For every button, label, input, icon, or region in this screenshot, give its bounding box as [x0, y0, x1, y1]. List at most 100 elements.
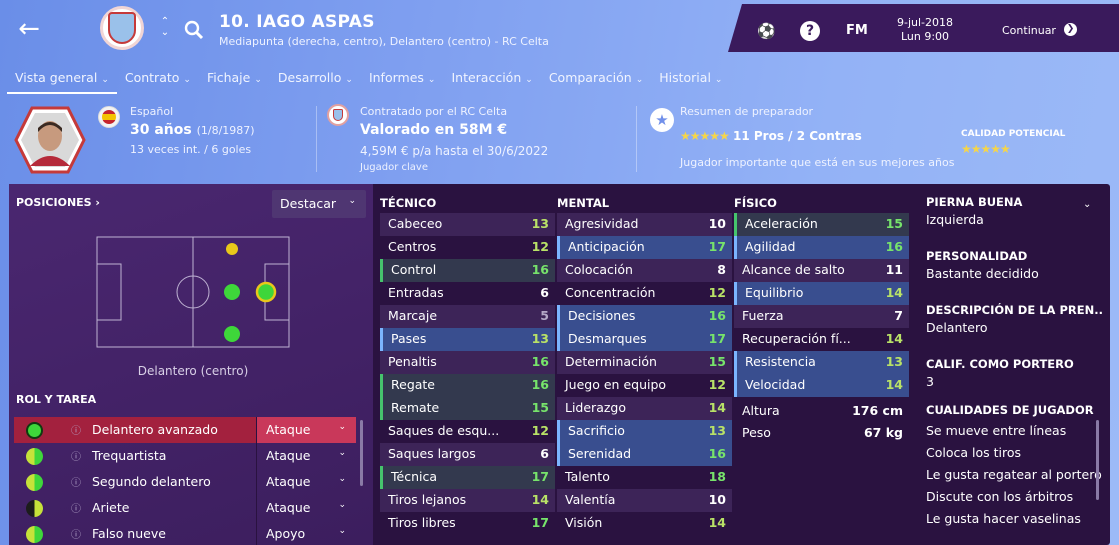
chevron-up-icon[interactable]: ⌃ — [158, 16, 172, 27]
attribute-row[interactable]: Penaltis 16 — [380, 351, 555, 374]
preferred-foot: Izquierda — [926, 212, 984, 227]
attribute-row[interactable]: Pases 13 — [380, 328, 555, 351]
football-icon[interactable]: ⚽ — [757, 22, 776, 40]
positions-pitch — [96, 236, 290, 348]
attribute-row[interactable]: Juego en equipo 12 — [557, 374, 732, 397]
attribute-row[interactable]: Marcaje 5 — [380, 305, 555, 328]
tab-label: Informes — [368, 70, 424, 85]
tab-label: Historial — [659, 70, 711, 85]
attribute-value: 18 — [708, 469, 726, 484]
duty-label: Apoyo — [266, 526, 306, 541]
positions-heading[interactable]: POSICIONES › — [16, 196, 100, 209]
trait-item: Coloca los tiros — [926, 445, 1022, 460]
contract-title: Contratado por el RC Celta — [360, 105, 508, 118]
attribute-row[interactable]: Visión 14 — [557, 512, 732, 535]
chevron-down-icon[interactable]: ⌄ — [1083, 199, 1091, 210]
weight-value: 67 kg — [863, 425, 903, 440]
attribute-row[interactable]: Equilibrio 14 — [734, 282, 909, 305]
role-row[interactable]: ⓘ Ariete Ataque ⌄ — [14, 495, 356, 521]
role-row[interactable]: ⓘ Falso nueve Apoyo ⌄ — [14, 521, 356, 545]
age: 30 años (1/8/1987) — [130, 122, 255, 138]
duty-dropdown[interactable]: Ataque ⌄ — [256, 495, 356, 521]
role-row[interactable]: ⓘ Delantero avanzado Ataque ⌄ — [14, 417, 356, 443]
back-arrow-icon[interactable]: ← — [14, 14, 44, 44]
player-wage: 4,59M € p/a hasta el 30/6/2022 — [360, 144, 549, 158]
attribute-row[interactable]: Desmarques 17 — [557, 328, 732, 351]
attribute-row[interactable]: Entradas 6 — [380, 282, 555, 305]
attribute-row[interactable]: Colocación 8 — [557, 259, 732, 282]
attribute-row[interactable]: Valentía 10 — [557, 489, 732, 512]
duty-dropdown[interactable]: Apoyo ⌄ — [256, 521, 356, 545]
attribute-row[interactable]: Serenidad 16 — [557, 443, 732, 466]
attribute-row[interactable]: Saques largos 6 — [380, 443, 555, 466]
tab-label: Vista general — [15, 70, 98, 85]
attribute-row[interactable]: Alcance de salto 11 — [734, 259, 909, 282]
tab-4[interactable]: Informes ⌄ — [361, 66, 444, 94]
attribute-row[interactable]: Velocidad 14 — [734, 374, 909, 397]
player-navigate-arrows[interactable]: ⌃ ⌄ — [158, 16, 172, 38]
traits-label: CUALIDADES DE JUGADOR — [926, 403, 1094, 417]
attribute-row[interactable]: Tiros lejanos 14 — [380, 489, 555, 512]
club-crest[interactable] — [100, 6, 144, 50]
duty-dropdown[interactable]: Ataque ⌄ — [256, 469, 356, 495]
tab-7[interactable]: Historial ⌄ — [651, 66, 730, 94]
attribute-row[interactable]: Agresividad 10 — [557, 213, 732, 236]
help-icon[interactable]: ? — [800, 21, 820, 41]
chevron-right-icon[interactable]: ❯ — [1064, 23, 1077, 36]
attribute-row[interactable]: Decisiones 16 — [557, 305, 732, 328]
attribute-name: Desmarques — [568, 331, 647, 346]
roles-heading: ROL Y TAREA — [16, 393, 97, 406]
attribute-row[interactable]: Regate 16 — [380, 374, 555, 397]
roles-scrollbar[interactable] — [360, 420, 363, 486]
continue-button[interactable]: Continuar — [1002, 24, 1056, 37]
height-value: 176 cm — [852, 403, 903, 418]
tab-2[interactable]: Fichaje ⌄ — [199, 66, 270, 94]
weight-row: Peso 67 kg — [734, 425, 909, 440]
search-icon[interactable] — [183, 19, 205, 41]
attribute-row[interactable]: Sacrificio 13 — [557, 420, 732, 443]
attribute-name: Recuperación fí... — [742, 331, 851, 346]
attribute-row[interactable]: Liderazgo 14 — [557, 397, 732, 420]
fm-menu-button[interactable]: FM — [846, 23, 868, 38]
attribute-row[interactable]: Aceleración 15 — [734, 213, 909, 236]
attribute-row[interactable]: Agilidad 16 — [734, 236, 909, 259]
attribute-row[interactable]: Remate 15 — [380, 397, 555, 420]
coach-summary[interactable]: ★★★★★ 11 Pros / 2 Contras — [680, 129, 862, 143]
info-icon[interactable]: ⓘ — [71, 422, 81, 437]
tab-1[interactable]: Contrato ⌄ — [117, 66, 199, 94]
attribute-row[interactable]: Concentración 12 — [557, 282, 732, 305]
duty-dropdown[interactable]: Ataque ⌄ — [256, 443, 356, 469]
tab-6[interactable]: Comparación ⌄ — [541, 66, 651, 94]
role-row[interactable]: ⓘ Segundo delantero Ataque ⌄ — [14, 469, 356, 495]
attribute-row[interactable]: Cabeceo 13 — [380, 213, 555, 236]
attribute-row[interactable]: Fuerza 7 — [734, 305, 909, 328]
attribute-row[interactable]: Tiros libres 17 — [380, 512, 555, 535]
attribute-row[interactable]: Anticipación 17 — [557, 236, 732, 259]
attribute-name: Determinación — [565, 354, 657, 369]
attribute-row[interactable]: Resistencia 13 — [734, 351, 909, 374]
info-icon[interactable]: ⓘ — [71, 448, 81, 463]
attribute-row[interactable]: Determinación 15 — [557, 351, 732, 374]
attribute-row[interactable]: Talento 18 — [557, 466, 732, 489]
attribute-row[interactable]: Saques de esqu... 12 — [380, 420, 555, 443]
attribute-row[interactable]: Recuperación fí... 14 — [734, 328, 909, 351]
chevron-down-icon[interactable]: ⌄ — [158, 27, 172, 38]
attribute-row[interactable]: Control 16 — [380, 259, 555, 282]
media-description: Delantero — [926, 320, 988, 335]
traits-scrollbar[interactable] — [1096, 420, 1099, 500]
attribute-name: Anticipación — [568, 239, 645, 254]
attribute-value: 10 — [708, 216, 726, 231]
tab-0[interactable]: Vista general ⌄ — [7, 66, 117, 94]
club-crest-small[interactable] — [327, 104, 349, 126]
info-icon[interactable]: ⓘ — [71, 500, 81, 515]
attribute-value: 17 — [708, 239, 726, 254]
info-icon[interactable]: ⓘ — [71, 526, 81, 541]
attribute-row[interactable]: Técnica 17 — [380, 466, 555, 489]
info-icon[interactable]: ⓘ — [71, 474, 81, 489]
attribute-row[interactable]: Centros 12 — [380, 236, 555, 259]
role-row[interactable]: ⓘ Trequartista Ataque ⌄ — [14, 443, 356, 469]
tab-3[interactable]: Desarrollo ⌄ — [270, 66, 361, 94]
tab-5[interactable]: Interacción ⌄ — [443, 66, 540, 94]
highlight-dropdown[interactable]: ⌄ Destacar — [272, 190, 366, 218]
duty-dropdown[interactable]: Ataque ⌄ — [256, 417, 356, 443]
